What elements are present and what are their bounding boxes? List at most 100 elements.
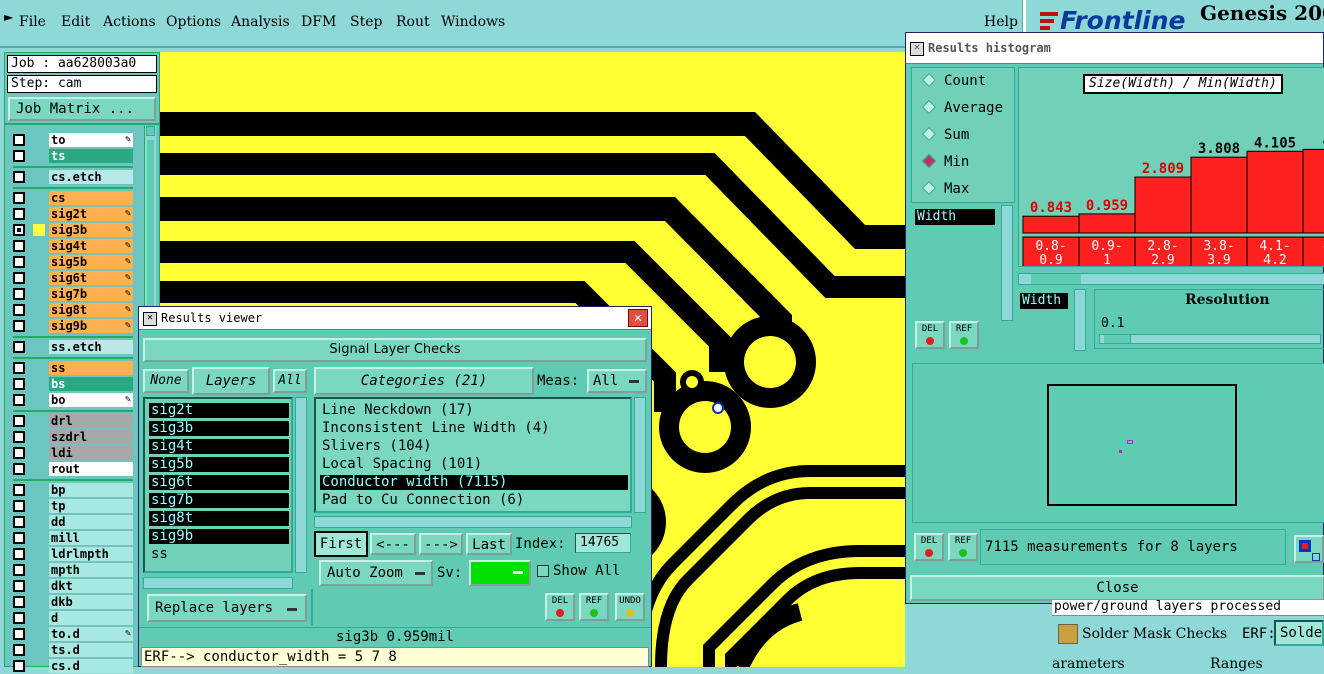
layer-checkbox[interactable] — [13, 272, 25, 284]
menu-dfm[interactable]: DFM — [301, 14, 336, 30]
scroll-thumb[interactable] — [1031, 274, 1081, 284]
layer-checkbox[interactable] — [13, 548, 25, 560]
next-button[interactable]: ---> — [419, 533, 463, 555]
menu-edit[interactable]: Edit — [61, 14, 90, 30]
hist-ref-button[interactable]: REF — [949, 321, 979, 349]
layer-checkbox[interactable] — [13, 192, 25, 204]
menu-step[interactable]: Step — [350, 14, 382, 30]
menu-actions[interactable]: Actions — [103, 14, 156, 30]
menu-help[interactable]: Help — [984, 14, 1018, 30]
category-item[interactable]: Pad to Cu Connection (6) — [320, 493, 628, 508]
layer-name[interactable]: bp — [49, 483, 133, 497]
layer-row[interactable]: to.d ✎ — [13, 627, 133, 642]
menu-rout[interactable]: Rout — [396, 14, 430, 30]
histogram-bar[interactable] — [1134, 176, 1192, 234]
preview-ref-button[interactable]: REF — [948, 533, 978, 561]
layer-name[interactable]: cs.d — [49, 659, 133, 673]
erf-input[interactable]: Solde — [1274, 620, 1324, 646]
layer-name[interactable]: cs — [49, 191, 133, 205]
layer-row[interactable]: sig3b ✎ — [13, 223, 133, 238]
layer-checkbox[interactable] — [13, 362, 25, 374]
layer-name[interactable]: mpth — [49, 563, 133, 577]
stat-radio-sum[interactable]: Sum — [921, 126, 969, 144]
layer-name[interactable]: szdrl — [49, 430, 133, 444]
layer-name[interactable]: sig4t ✎ — [49, 239, 133, 253]
layer-results-hscrollbar[interactable] — [143, 577, 293, 589]
histogram-titlebar[interactable]: ✕ Results histogram — [906, 33, 1323, 64]
ranges-tab[interactable]: Ranges — [1210, 656, 1263, 672]
category-hscrollbar[interactable] — [314, 516, 632, 528]
layer-checkbox[interactable] — [13, 500, 25, 512]
category-item[interactable]: Inconsistent Line Width (4) — [320, 421, 628, 436]
layer-name[interactable]: ldrlmpth — [49, 547, 133, 561]
menu-analysis[interactable]: Analysis — [231, 14, 290, 30]
layer-row[interactable]: ss — [13, 361, 133, 376]
results-viewer-titlebar[interactable]: ✕ Results viewer ✕ — [139, 307, 651, 330]
stat-radio-average[interactable]: Average — [921, 99, 1003, 117]
layer-row[interactable]: sig2t ✎ — [13, 207, 133, 222]
layer-name[interactable]: d — [49, 611, 133, 625]
undo-button[interactable]: UNDO — [615, 593, 645, 621]
layer-row[interactable]: sig5b ✎ — [13, 255, 133, 270]
layer-name[interactable]: ss — [49, 361, 133, 375]
layer-row[interactable]: bs — [13, 377, 133, 392]
first-button[interactable]: First — [314, 531, 368, 557]
layer-row[interactable]: tp — [13, 499, 133, 514]
layer-checkbox[interactable] — [13, 628, 25, 640]
layer-checkbox[interactable] — [13, 447, 25, 459]
layer-results-item[interactable]: sig8t — [149, 511, 289, 526]
layer-checkbox[interactable] — [13, 320, 25, 332]
layer-row[interactable]: ldi — [13, 446, 133, 461]
layer-name[interactable]: dkb — [49, 595, 133, 609]
layer-name[interactable]: to ✎ — [49, 133, 133, 147]
layer-row[interactable]: cs.etch — [13, 170, 133, 185]
histogram-bar[interactable] — [1190, 156, 1248, 234]
stat-radio-max[interactable]: Max — [921, 180, 969, 198]
index-input[interactable]: 14765 — [575, 533, 631, 553]
layer-name[interactable]: sig5b ✎ — [49, 255, 133, 269]
menu-options[interactable]: Options — [166, 14, 221, 30]
close-button[interactable]: Close — [910, 575, 1324, 601]
layer-results-item[interactable]: sig3b — [149, 421, 289, 436]
layer-checkbox[interactable] — [13, 171, 25, 183]
layer-checkbox[interactable] — [13, 256, 25, 268]
layer-name[interactable]: drl — [49, 414, 133, 428]
category-item[interactable]: Local Spacing (101) — [320, 457, 628, 472]
layer-row[interactable]: szdrl — [13, 430, 133, 445]
layer-row[interactable]: mpth — [13, 563, 133, 578]
scroll-up-arrow-icon[interactable] — [146, 126, 155, 136]
stat-radio-count[interactable]: Count — [921, 72, 986, 90]
zoom-icon[interactable] — [1294, 535, 1324, 563]
layer-checkbox[interactable] — [13, 240, 25, 252]
layer-name[interactable]: ss.etch — [49, 340, 133, 354]
hist-del-button[interactable]: DEL — [915, 321, 945, 349]
layer-checkbox[interactable] — [13, 150, 25, 162]
ref-button[interactable]: REF — [579, 593, 609, 621]
layer-row[interactable]: ldrlmpth — [13, 547, 133, 562]
layer-checkbox[interactable] — [13, 596, 25, 608]
layer-row[interactable]: rout — [13, 462, 133, 477]
layer-name[interactable]: ldi — [49, 446, 133, 460]
layer-checkbox[interactable] — [13, 304, 25, 316]
parameters-tab[interactable]: arameters — [1052, 656, 1125, 672]
last-button[interactable]: Last — [466, 533, 512, 555]
layer-row[interactable]: dkt — [13, 579, 133, 594]
layer-checkbox[interactable] — [13, 484, 25, 496]
layer-checkbox[interactable] — [13, 516, 25, 528]
layer-checkbox[interactable] — [13, 463, 25, 475]
signal-layer-checks-button[interactable]: Signal Layer Checks — [143, 338, 647, 362]
layer-name[interactable]: sig7b ✎ — [49, 287, 133, 301]
layer-checkbox[interactable] — [13, 532, 25, 544]
layer-row[interactable]: dkb — [13, 595, 133, 610]
category-item[interactable]: Line Neckdown (17) — [320, 403, 628, 418]
preview-del-button[interactable]: DEL — [914, 533, 944, 561]
layer-checkbox[interactable] — [13, 208, 25, 220]
resolution-slider[interactable] — [1099, 334, 1321, 344]
close-icon[interactable]: ✕ — [628, 309, 648, 327]
all-button[interactable]: All — [273, 369, 307, 393]
field2-value[interactable]: Width — [1020, 293, 1068, 309]
layer-name[interactable]: dd — [49, 515, 133, 529]
layer-name[interactable]: sig9b ✎ — [49, 319, 133, 333]
layer-checkbox[interactable] — [13, 612, 25, 624]
field-value[interactable]: Width — [915, 209, 995, 225]
